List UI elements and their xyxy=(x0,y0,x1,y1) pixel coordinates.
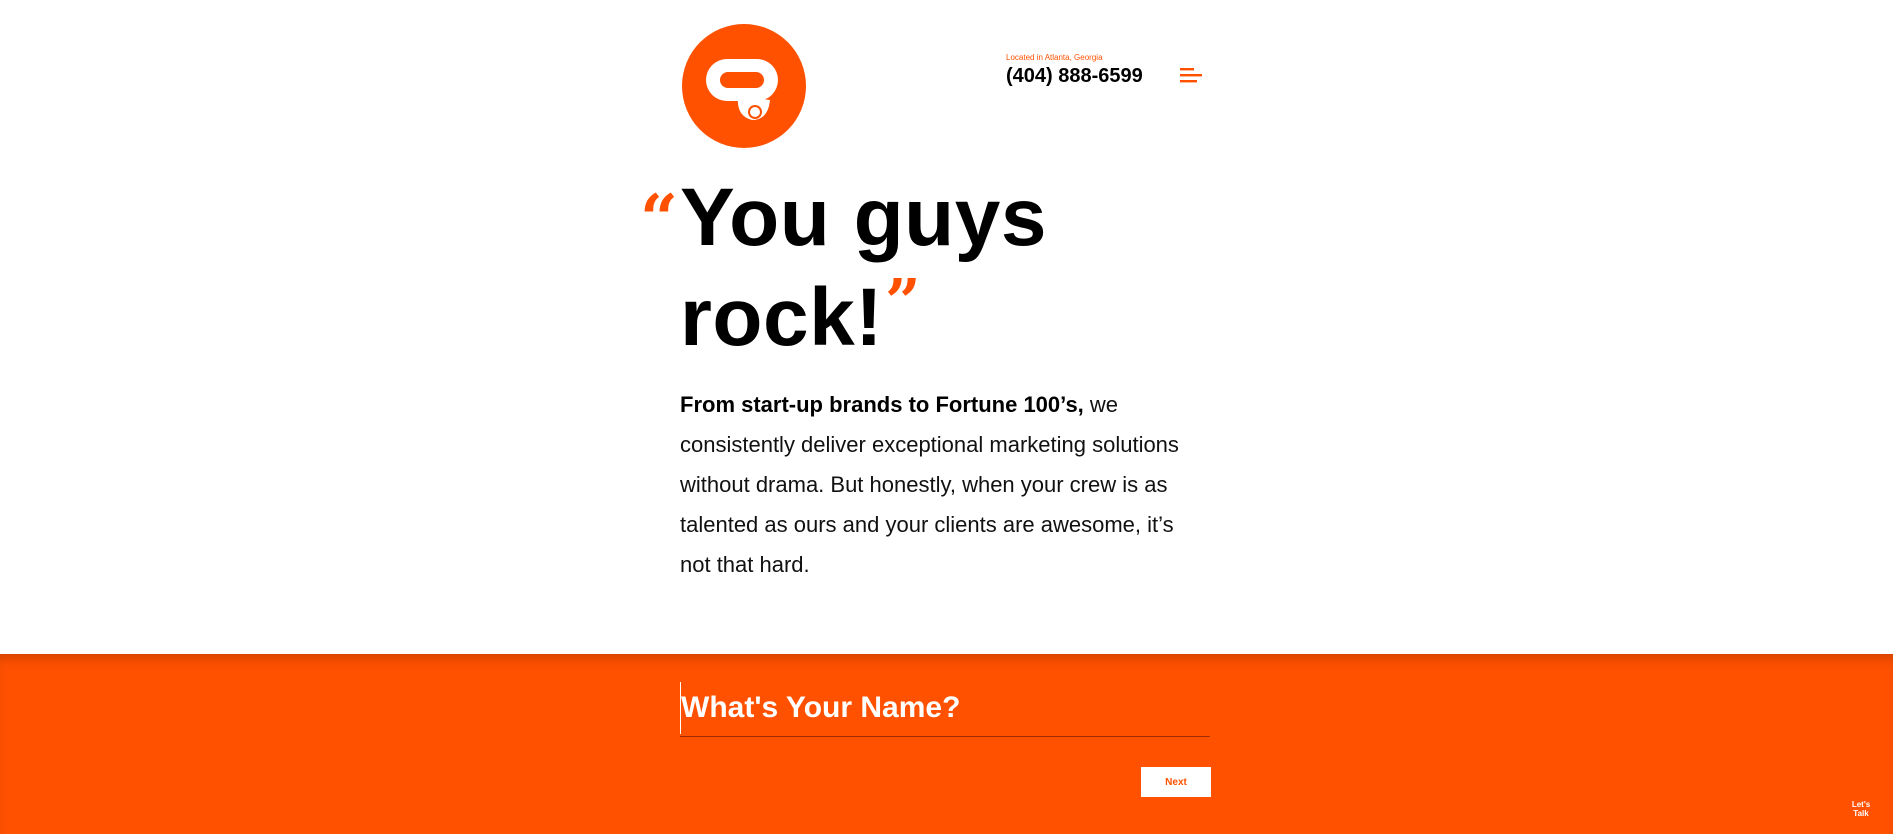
hamburger-menu-icon xyxy=(1180,68,1202,83)
intro-body: we consistently deliver exceptional mark… xyxy=(680,392,1179,577)
open-quote-mark: “ xyxy=(640,180,678,258)
site-logo[interactable] xyxy=(682,24,806,148)
intro-lead: From start-up brands to Fortune 100’s, xyxy=(680,392,1084,417)
speech-bubble-logo-icon xyxy=(706,59,778,120)
hero-headline: You guys rock!” xyxy=(680,176,1240,360)
phone-link[interactable]: (404) 888-6599 xyxy=(1006,64,1143,88)
menu-button[interactable] xyxy=(1180,66,1204,84)
name-input[interactable] xyxy=(680,682,1209,734)
text-caret xyxy=(680,682,681,734)
next-button[interactable]: Next xyxy=(1141,767,1211,797)
lets-talk-line-1: Let's xyxy=(1851,800,1871,809)
lets-talk-button[interactable]: Let's Talk xyxy=(1842,800,1880,818)
headline-exclamation: ! xyxy=(855,272,884,363)
headline-line-2: rock xyxy=(680,272,856,363)
headline-line-1: You guys xyxy=(680,172,1047,263)
intro-paragraph: From start-up brands to Fortune 100’s, w… xyxy=(680,385,1200,585)
contact-form-section xyxy=(0,654,1893,834)
name-field-wrapper xyxy=(680,682,1210,737)
location-text: Located in Atlanta, Georgia xyxy=(1006,53,1103,62)
close-quote-mark: ” xyxy=(885,265,922,338)
contact-info: Located in Atlanta, Georgia (404) 888-65… xyxy=(1006,53,1143,88)
lets-talk-line-2: Talk xyxy=(1853,809,1869,818)
